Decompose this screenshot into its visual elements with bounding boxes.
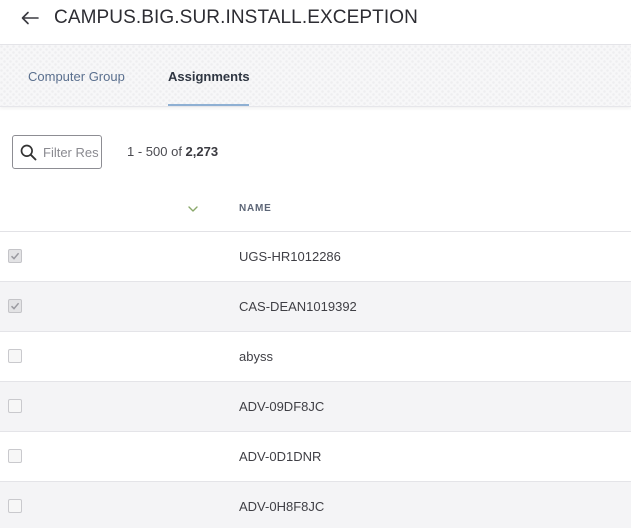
tab-computer-group[interactable]: Computer Group — [28, 45, 125, 107]
filter-field[interactable] — [12, 135, 102, 169]
chevron-down-icon — [188, 206, 198, 212]
tab-bar: Computer Group Assignments — [0, 45, 631, 107]
table-row[interactable]: ADV-09DF8JC — [0, 382, 631, 432]
row-name: ADV-09DF8JC — [239, 399, 325, 414]
pagination-range: 1 - 500 of — [127, 144, 186, 159]
row-checkbox[interactable] — [8, 499, 22, 513]
table-header: NAME — [0, 185, 631, 232]
table-row[interactable]: abyss — [0, 332, 631, 382]
checkmark-icon — [10, 252, 20, 260]
pagination-total: 2,273 — [185, 144, 219, 159]
row-checkbox[interactable] — [8, 399, 22, 413]
row-name: ADV-0D1DNR — [239, 449, 322, 464]
column-header-name[interactable]: NAME — [239, 203, 272, 214]
table-row[interactable]: ADV-0D1DNR — [0, 432, 631, 482]
row-checkbox[interactable] — [8, 249, 22, 263]
table-row[interactable]: CAS-DEAN1019392 — [0, 282, 631, 332]
table-body: UGS-HR1012286 CAS-DEAN1019392 abyss ADV-… — [0, 232, 631, 528]
table-row[interactable]: ADV-0H8F8JC — [0, 482, 631, 528]
row-name: ADV-0H8F8JC — [239, 499, 325, 514]
back-button[interactable] — [18, 8, 42, 28]
row-checkbox[interactable] — [8, 299, 22, 313]
active-tab-indicator — [168, 104, 249, 106]
row-checkbox[interactable] — [8, 449, 22, 463]
filter-input[interactable] — [43, 137, 99, 167]
pagination-info: 1 - 500 of 2,273 — [127, 144, 218, 159]
arrow-left-icon — [21, 11, 39, 25]
row-name: CAS-DEAN1019392 — [239, 299, 357, 314]
row-name: UGS-HR1012286 — [239, 249, 341, 264]
checkmark-icon — [10, 302, 20, 310]
tab-assignments[interactable]: Assignments — [168, 45, 250, 107]
row-name: abyss — [239, 349, 273, 364]
table-row[interactable]: UGS-HR1012286 — [0, 232, 631, 282]
row-checkbox[interactable] — [8, 349, 22, 363]
page-header: CAMPUS.BIG.SUR.INSTALL.EXCEPTION — [0, 0, 631, 45]
search-icon — [13, 136, 43, 168]
sort-toggle[interactable] — [186, 202, 200, 216]
page-title: CAMPUS.BIG.SUR.INSTALL.EXCEPTION — [54, 7, 418, 28]
